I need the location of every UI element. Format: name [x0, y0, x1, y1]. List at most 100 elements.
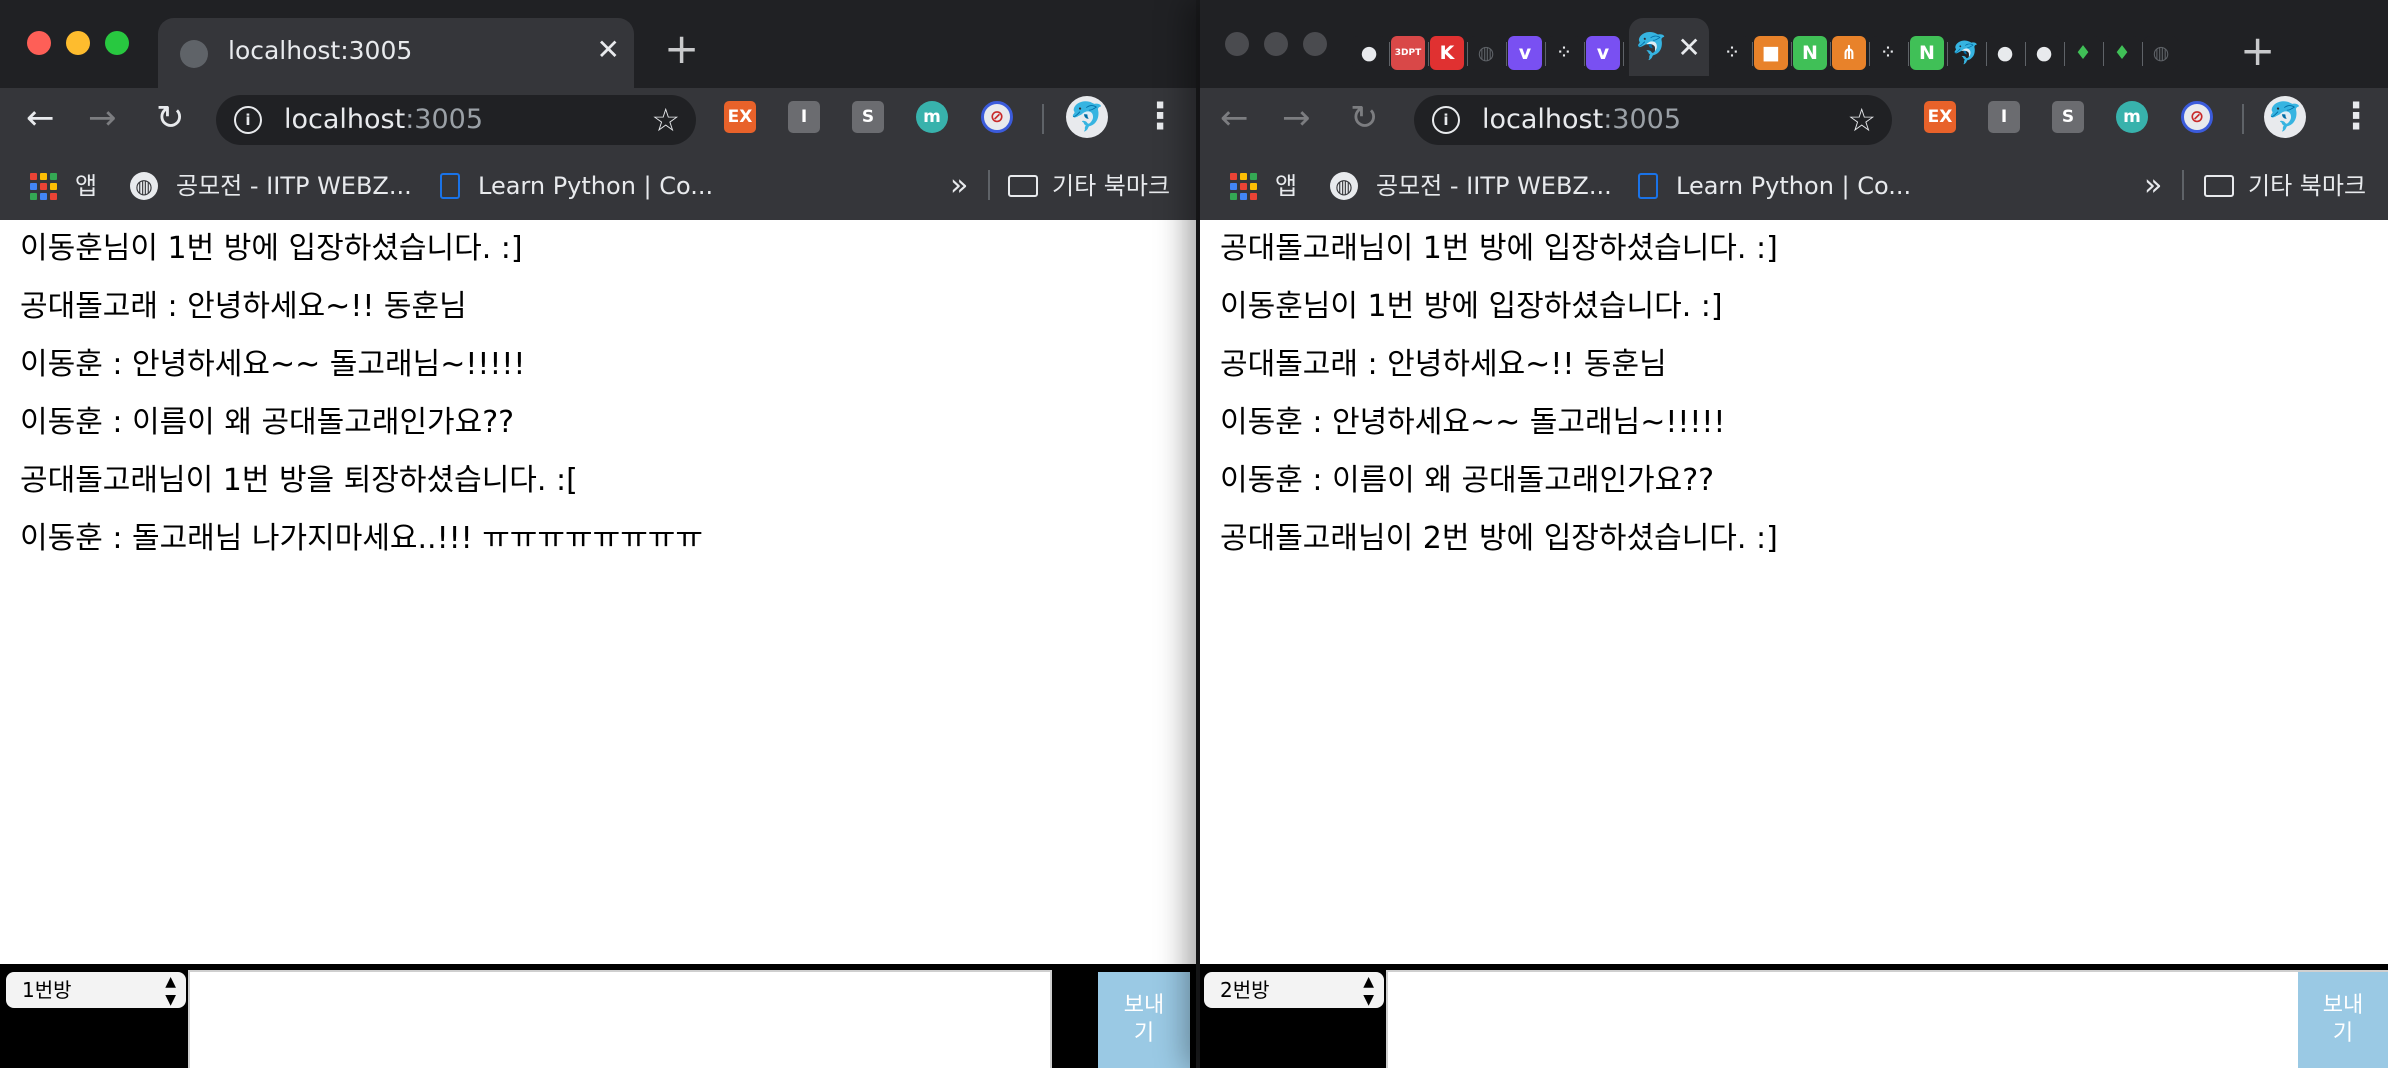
bookmark-other-label: 기타 북마크 — [1052, 172, 1171, 200]
info-icon[interactable]: i — [1432, 106, 1460, 134]
ex-extension-icon[interactable]: EX — [724, 101, 756, 133]
tab-close-icon[interactable]: ✕ — [1677, 31, 1700, 64]
i-extension-icon[interactable]: I — [788, 101, 820, 133]
select-arrows-icon: ▲ ▼ — [1363, 974, 1374, 1008]
minimize-window-button[interactable] — [1264, 32, 1288, 56]
tab-list: ● 3DPT K ◍ v ⁘ v 🐬 ✕ ⁘ ■ N ⋔ ⁘ N 🐬 ● ● ♦… — [1352, 18, 2183, 76]
sopt-tab-icon[interactable]: 3DPT — [1391, 36, 1429, 70]
s-extension-icon[interactable]: S — [852, 101, 884, 133]
github-tab-icon[interactable]: ● — [2027, 36, 2065, 70]
bookmarks-bar: 앱 ◍ 공모전 - IITP WEBZ... Learn Python | Co… — [1200, 152, 2388, 220]
tab-strip: localhost:3005 ✕ + — [0, 0, 1196, 88]
chat-message: 이동훈 : 안녕하세요~~ 돌고래님~!!!!! — [20, 347, 526, 382]
room-select-value: 2번방 — [1220, 978, 1270, 1002]
close-window-button[interactable] — [27, 31, 51, 55]
m-extension-icon[interactable]: m — [2116, 101, 2148, 133]
info-icon[interactable]: i — [234, 106, 262, 134]
globe-icon — [180, 40, 208, 68]
new-tab-button[interactable]: + — [2240, 30, 2275, 72]
bookmark-star-icon[interactable]: ☆ — [651, 101, 680, 139]
reload-icon[interactable]: ↻ — [1350, 98, 1379, 138]
folder-icon — [2204, 175, 2234, 197]
velog-tab-icon[interactable]: v — [1586, 36, 1624, 70]
back-icon[interactable]: ← — [26, 98, 55, 138]
bookmark-other[interactable]: 기타 북마크 — [2204, 170, 2366, 202]
zoom-window-button[interactable] — [1303, 32, 1327, 56]
mongodb-leaf-icon[interactable]: ♦ — [2105, 36, 2143, 70]
bookmark-apps[interactable]: 앱 — [1230, 170, 1297, 202]
network-tab-icon[interactable]: ⋔ — [1832, 36, 1870, 70]
zoom-window-button[interactable] — [105, 31, 129, 55]
bookmark-other[interactable]: 기타 북마크 — [1008, 170, 1170, 202]
bookmark-star-icon[interactable]: ☆ — [1847, 101, 1876, 139]
bookmarks-overflow-icon[interactable]: » — [950, 166, 968, 206]
globe-tab-icon[interactable]: ◍ — [2144, 36, 2178, 70]
i-extension-icon[interactable]: I — [1988, 101, 2020, 133]
bookmark-apps[interactable]: 앱 — [30, 170, 97, 202]
url-text[interactable]: localhost:3005 — [284, 103, 483, 137]
m-extension-icon[interactable]: m — [916, 101, 948, 133]
bookmark-learn-python-label: Learn Python | Co... — [1676, 172, 1912, 200]
send-button[interactable]: 보내기 — [1098, 972, 1190, 1068]
bookmark-learn-python[interactable]: Learn Python | Co... — [440, 170, 713, 202]
bookmark-iitp[interactable]: ◍ 공모전 - IITP WEBZ... — [130, 170, 412, 202]
dots-tab-icon[interactable]: ⁘ — [1715, 36, 1753, 70]
bookmark-learn-python[interactable]: Learn Python | Co... — [1638, 170, 1911, 202]
block-extension-icon[interactable]: ⊘ — [981, 101, 1013, 133]
globe-tab-icon[interactable]: ◍ — [1469, 36, 1507, 70]
block-extension-icon[interactable]: ⊘ — [2181, 101, 2213, 133]
window-controls — [27, 31, 129, 55]
tab-title: localhost:3005 — [228, 36, 413, 65]
k-tab-icon[interactable]: K — [1430, 36, 1468, 70]
browser-toolbar: ← → ↻ i localhost:3005 ☆ EX I S m ⊘ 🐬 ⋮ — [0, 88, 1196, 152]
tab-close-icon[interactable]: ✕ — [597, 32, 620, 68]
close-window-button[interactable] — [1225, 32, 1249, 56]
n-tab-icon[interactable]: N — [1793, 36, 1831, 70]
profile-avatar[interactable]: 🐬 — [2264, 96, 2306, 138]
message-input[interactable] — [1386, 970, 2388, 1068]
tab-active[interactable]: localhost:3005 ✕ — [158, 18, 634, 88]
chat-message: 공대돌고래님이 1번 방을 퇴장하셨습니다. :[ — [20, 463, 578, 498]
menu-kebab-icon[interactable]: ⋮ — [2338, 94, 2374, 140]
profile-avatar[interactable]: 🐬 — [1066, 96, 1108, 138]
menu-kebab-icon[interactable]: ⋮ — [1142, 94, 1178, 140]
back-icon[interactable]: ← — [1220, 98, 1249, 138]
address-bar[interactable]: i localhost:3005 ☆ — [1414, 95, 1892, 145]
bookmark-iitp[interactable]: ◍ 공모전 - IITP WEBZ... — [1330, 170, 1612, 202]
github-tab-icon[interactable]: ● — [1352, 36, 1390, 70]
reload-icon[interactable]: ↻ — [156, 98, 185, 138]
message-input[interactable] — [188, 970, 1052, 1068]
forward-icon[interactable]: → — [1282, 98, 1311, 138]
chat-message: 이동훈 : 안녕하세요~~ 돌고래님~!!!!! — [1220, 405, 1726, 440]
dots-tab-icon[interactable]: ⁘ — [1871, 36, 1909, 70]
room-select[interactable]: 1번방 ▲ ▼ — [6, 972, 186, 1008]
ex-extension-icon[interactable]: EX — [1924, 101, 1956, 133]
chat-message: 이동훈 : 이름이 왜 공대돌고래인가요?? — [20, 405, 515, 440]
github-tab-icon[interactable]: ● — [1988, 36, 2026, 70]
bookmarks-overflow-icon[interactable]: » — [2144, 166, 2162, 206]
window-controls — [1225, 32, 1327, 56]
minimize-window-button[interactable] — [66, 31, 90, 55]
apps-grid-icon — [1230, 172, 1257, 200]
s-extension-icon[interactable]: S — [2052, 101, 2084, 133]
url-text[interactable]: localhost:3005 — [1482, 103, 1681, 137]
address-bar[interactable]: i localhost:3005 ☆ — [216, 95, 696, 145]
dolphin-tab-icon[interactable]: 🐬 — [1949, 36, 1987, 70]
bookmark-iitp-label: 공모전 - IITP WEBZ... — [176, 172, 412, 200]
bookmark-divider — [2182, 170, 2184, 200]
chat-message: 이동훈 : 돌고래님 나가지마세요..!!! ㅠㅠㅠㅠㅠㅠㅠㅠ — [20, 521, 704, 556]
mongodb-leaf-icon[interactable]: ♦ — [2066, 36, 2104, 70]
chat-message: 공대돌고래 : 안녕하세요~!! 동훈님 — [20, 289, 467, 324]
dots-tab-icon[interactable]: ⁘ — [1547, 36, 1585, 70]
tab-active[interactable]: 🐬 ✕ — [1629, 18, 1709, 76]
velog-tab-icon[interactable]: v — [1508, 36, 1546, 70]
send-button[interactable]: 보내기 — [2298, 972, 2388, 1068]
browser-toolbar: ← → ↻ i localhost:3005 ☆ EX I S m ⊘ 🐬 ⋮ — [1200, 88, 2388, 152]
tab-strip: ● 3DPT K ◍ v ⁘ v 🐬 ✕ ⁘ ■ N ⋔ ⁘ N 🐬 ● ● ♦… — [1200, 0, 2388, 88]
bookmark-iitp-label: 공모전 - IITP WEBZ... — [1376, 172, 1612, 200]
room-select[interactable]: 2번방 ▲ ▼ — [1204, 972, 1384, 1008]
forward-icon[interactable]: → — [88, 98, 117, 138]
new-tab-button[interactable]: + — [664, 28, 699, 70]
box-tab-icon[interactable]: ■ — [1754, 36, 1792, 70]
n-tab-icon[interactable]: N — [1910, 36, 1948, 70]
